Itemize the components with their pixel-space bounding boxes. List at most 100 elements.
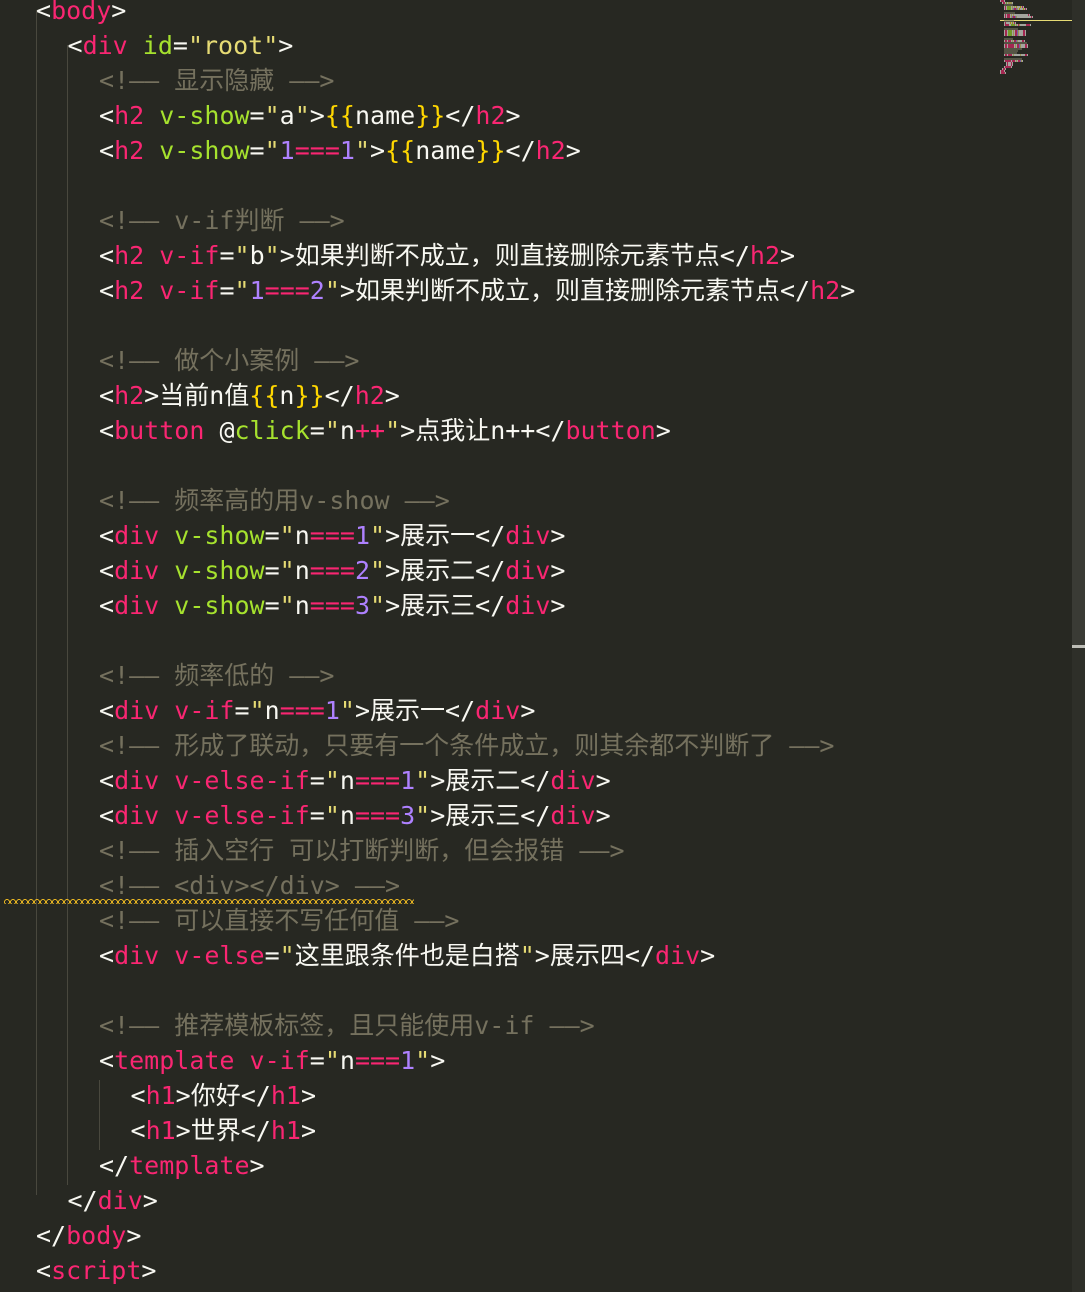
minimap-segment [1030, 24, 1031, 26]
minimap-segment [1012, 64, 1013, 66]
vertical-scrollbar[interactable] [1072, 0, 1085, 1292]
code-token: > [430, 766, 446, 795]
code-token: > [565, 136, 581, 165]
code-token: < [99, 556, 115, 585]
code-token: </ [240, 1081, 271, 1110]
code-token: " [294, 101, 310, 130]
code-line: <h2>当前n值{{n}}</h2> [99, 378, 400, 413]
code-token: div [505, 591, 551, 620]
scrollbar-thumb[interactable] [1072, 70, 1085, 645]
code-token: h2 [354, 381, 385, 410]
code-token: v-show [159, 136, 250, 165]
code-line: <div v-show="n===1">展示一</div> [99, 518, 565, 553]
code-token: }} [294, 381, 325, 410]
code-token: > [430, 1046, 446, 1075]
code-token: < [99, 591, 115, 620]
code-line: <!—— 频率低的 ——> [99, 658, 334, 693]
code-token: > [550, 556, 566, 585]
code-token: script [51, 1256, 142, 1285]
code-token: h2 [810, 276, 841, 305]
code-token: " [324, 801, 340, 830]
code-token: 这里跟条件也是白搭 [294, 941, 520, 970]
code-token: < [130, 1116, 146, 1145]
code-line: <!—— 插入空行 可以打断判断，但会报错 ——> [99, 833, 625, 868]
code-token: > [141, 1256, 157, 1285]
minimap-segment [1026, 8, 1027, 10]
code-token: a [279, 101, 295, 130]
code-token: < [99, 136, 115, 165]
code-token: = [264, 556, 280, 585]
minimap-segment [1022, 60, 1023, 62]
code-token: </ [624, 941, 655, 970]
code-line: <body> [36, 0, 126, 28]
code-token: " [264, 101, 280, 130]
code-token: > [126, 1221, 142, 1250]
minimap[interactable] [1000, 0, 1072, 80]
code-token: " [324, 416, 340, 445]
code-line: <!—— 推荐模板标签，且只能使用v-if ——> [99, 1008, 595, 1043]
code-token: body [66, 1221, 127, 1250]
code-token: div [114, 556, 160, 585]
code-token: " [415, 1046, 431, 1075]
code-token: < [99, 1046, 115, 1075]
code-token: v-show [174, 591, 265, 620]
code-token: v-else [174, 941, 265, 970]
code-token: > [144, 381, 160, 410]
code-token: 3 [354, 591, 370, 620]
code-token: < [36, 1256, 52, 1285]
minimap-segment [1027, 46, 1028, 48]
code-token: " [324, 276, 340, 305]
code-token: = [309, 416, 325, 445]
code-token: <!—— 频率高的用v-show ——> [99, 486, 450, 515]
code-token: > [595, 801, 611, 830]
code-line: <div v-if="n===1">展示一</div> [99, 693, 535, 728]
code-token: n [264, 696, 280, 725]
code-token: === [294, 136, 340, 165]
minimap-segment [1005, 72, 1006, 74]
code-token: div [82, 31, 128, 60]
code-token: n [279, 381, 295, 410]
code-token: = [264, 591, 280, 620]
code-token: div [475, 696, 521, 725]
code-line: </template> [99, 1148, 265, 1183]
code-token: h2 [114, 381, 145, 410]
indent-guide-1 [36, 10, 37, 1195]
code-token: <!—— 做个小案例 ——> [99, 346, 360, 375]
code-token: === [264, 276, 310, 305]
code-token: " [234, 241, 250, 270]
code-token: > [520, 696, 536, 725]
code-token: </ [520, 766, 551, 795]
code-token: div [97, 1186, 143, 1215]
code-token: ++ [354, 416, 386, 445]
code-editor[interactable]: <body> <div id="root"> <!—— 显示隐藏 ——> <h2 v-… [0, 0, 1072, 1292]
code-token: div [550, 801, 596, 830]
code-token: > [300, 1116, 317, 1145]
code-token: </ [535, 416, 566, 445]
code-token: div [505, 521, 551, 550]
code-token: }} [475, 136, 506, 165]
code-token: = [172, 31, 188, 60]
code-token: > [142, 1186, 158, 1215]
code-token: 2 [309, 276, 325, 305]
code-token: </ [445, 101, 476, 130]
code-token: 点我让n++ [415, 416, 536, 445]
code-token: template [129, 1151, 250, 1180]
code-token: h1 [145, 1116, 176, 1145]
code-token: </ [475, 521, 506, 550]
code-line: <template v-if="n===1"> [99, 1043, 445, 1078]
code-token: " [324, 766, 340, 795]
code-token: n [339, 416, 355, 445]
code-line: <!—— 做个小案例 ——> [99, 343, 359, 378]
code-token: === [309, 591, 355, 620]
code-token: h2 [114, 101, 145, 130]
code-token: " [370, 591, 386, 620]
minimap-segment [1018, 16, 1030, 18]
code-token: > [175, 1116, 191, 1145]
code-token: " [370, 521, 386, 550]
code-token: > [700, 941, 716, 970]
code-token: h2 [114, 276, 145, 305]
code-token: <!—— 频率低的 ——> [99, 661, 335, 690]
